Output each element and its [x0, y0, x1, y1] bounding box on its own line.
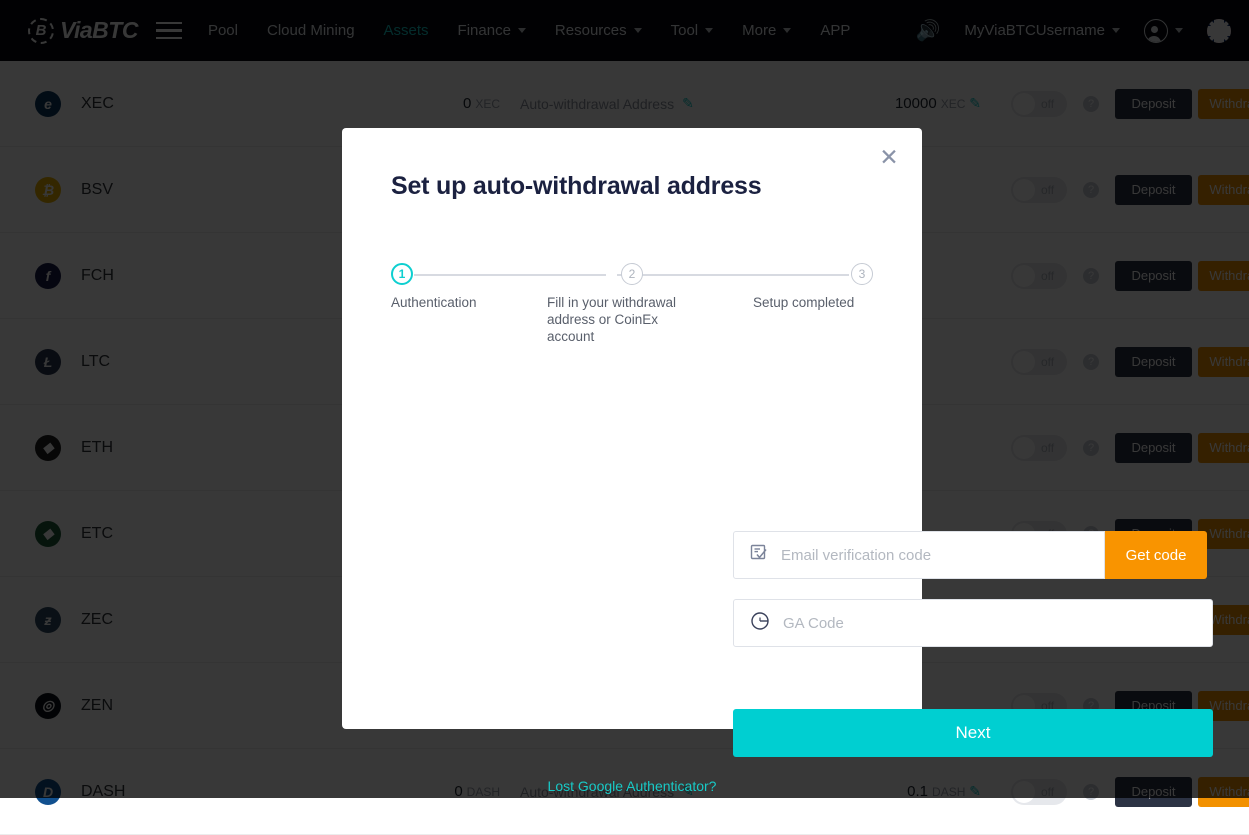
- setup-stepper: 1 2 3 Authentication Fill in your withdr…: [391, 263, 873, 354]
- ga-code-input[interactable]: [783, 600, 1212, 646]
- step-label-1: Authentication: [391, 294, 531, 311]
- get-code-button[interactable]: Get code: [1105, 531, 1207, 579]
- email-code-input[interactable]: [781, 532, 1104, 578]
- auto-withdrawal-modal: ✕ Set up auto-withdrawal address 1 2 3 A…: [342, 128, 922, 729]
- google-authenticator-icon: [749, 610, 771, 637]
- email-verification-icon: [749, 543, 769, 568]
- stepper-labels: Authentication Fill in your withdrawal a…: [391, 294, 873, 354]
- auth-form: Get code: [733, 531, 1213, 667]
- modal-title: Set up auto-withdrawal address: [391, 172, 761, 201]
- step-node-1: 1: [391, 263, 413, 285]
- ga-code-row: [733, 599, 1213, 647]
- stepper-track: 1 2 3: [391, 263, 873, 285]
- email-code-field[interactable]: [733, 531, 1105, 579]
- step-label-2: Fill in your withdrawal address or CoinE…: [547, 294, 697, 345]
- stepper-line-1: [414, 274, 606, 276]
- email-code-row: Get code: [733, 531, 1213, 579]
- step-node-3: 3: [851, 263, 873, 285]
- close-icon[interactable]: ✕: [877, 146, 901, 170]
- lost-authenticator-link[interactable]: Lost Google Authenticator?: [342, 778, 922, 794]
- stepper-line-2: [617, 274, 849, 276]
- step-node-2: 2: [621, 263, 643, 285]
- step-label-3: Setup completed: [753, 294, 873, 311]
- ga-code-field[interactable]: [733, 599, 1213, 647]
- next-button[interactable]: Next: [733, 709, 1213, 757]
